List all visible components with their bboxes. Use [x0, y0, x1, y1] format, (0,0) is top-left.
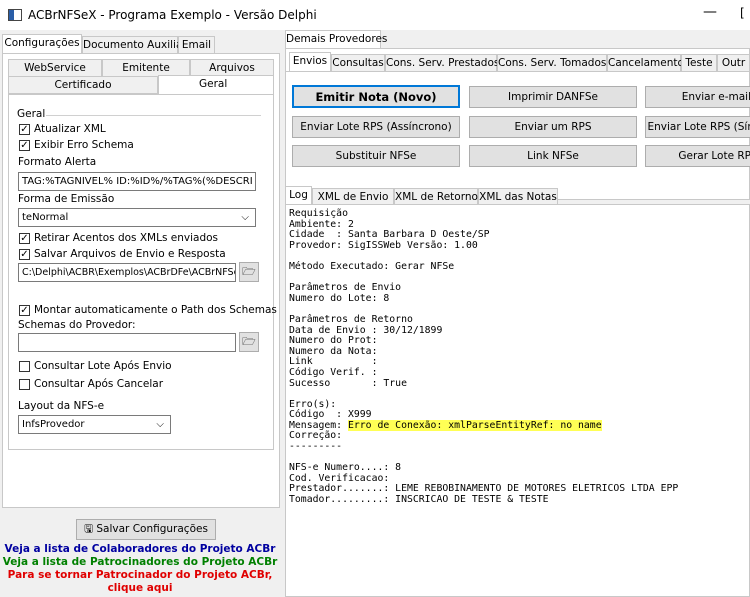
- enviar-email-button[interactable]: Enviar e-mail: [645, 86, 750, 108]
- enviar-lote-sincrono-button[interactable]: Enviar Lote RPS (Sín: [645, 116, 750, 138]
- folder-icon: 🗁: [242, 335, 256, 348]
- tab-demais-provedores[interactable]: Demais Provedores: [285, 30, 387, 49]
- layout-label: Layout da NFS-e: [18, 400, 105, 412]
- browse-path-button[interactable]: 🗁: [239, 262, 259, 282]
- formato-alerta-label: Formato Alerta: [18, 156, 97, 168]
- consultar-lote-checkbox[interactable]: [19, 361, 30, 372]
- error-highlight: Erro de Conexão: xmlParseEntityRef: no n…: [347, 419, 602, 431]
- geral-group-title: Geral: [17, 108, 46, 120]
- retirar-acentos-label: Retirar Acentos dos XMLs enviados: [34, 232, 219, 244]
- path-input[interactable]: C:\Delphi\ACBR\Exemplos\ACBrDFe\ACBrNFSe: [18, 263, 236, 282]
- tab-certificado[interactable]: Certificado: [8, 76, 158, 94]
- log-after: Correção: --------- NFS-e Numero....: 8 …: [289, 430, 679, 506]
- link-nfse-button[interactable]: Link NFSe: [469, 145, 637, 167]
- forma-emissao-select[interactable]: teNormal ⌵: [18, 208, 256, 227]
- substituir-nfse-button[interactable]: Substituir NFSe: [292, 145, 460, 167]
- tab-email[interactable]: Email: [178, 36, 215, 54]
- salvar-arquivos-checkbox[interactable]: ✓: [19, 249, 30, 260]
- log-memo[interactable]: Requisição Ambiente: 2 Cidade : Santa Ba…: [285, 204, 750, 597]
- exibir-erro-checkbox[interactable]: ✓: [19, 140, 30, 151]
- group-divider: [46, 115, 261, 116]
- colaboradores-link[interactable]: Veja a lista de Colaboradores do Projeto…: [0, 543, 280, 555]
- minimize-button[interactable]: —: [703, 4, 717, 20]
- emitir-nota-button[interactable]: Emitir Nota (Novo): [292, 85, 460, 108]
- salvar-configuracoes-button[interactable]: 🖫 Salvar Configurações: [76, 519, 216, 540]
- tab-teste[interactable]: Teste: [681, 54, 717, 72]
- consultar-lote-label: Consultar Lote Após Envio: [34, 360, 172, 372]
- browse-schemas-button[interactable]: 🗁: [239, 332, 259, 352]
- tab-outros[interactable]: Outr: [717, 54, 750, 72]
- tab-geral[interactable]: Geral: [158, 75, 274, 95]
- log-before: Requisição Ambiente: 2 Cidade : Santa Ba…: [289, 208, 490, 431]
- chevron-down-icon: ⌵: [156, 419, 164, 430]
- atualizar-xml-label: Atualizar XML: [34, 123, 106, 135]
- enviar-lote-assincrono-button[interactable]: Enviar Lote RPS (Assíncrono): [292, 116, 460, 138]
- imprimir-danfse-button[interactable]: Imprimir DANFSe: [469, 86, 637, 108]
- schemas-input[interactable]: [18, 333, 236, 352]
- maximize-button[interactable]: [: [740, 6, 745, 20]
- salvar-arquivos-label: Salvar Arquivos de Envio e Resposta: [34, 248, 226, 260]
- gerar-lote-rps-button[interactable]: Gerar Lote RP: [645, 145, 750, 167]
- clique-aqui-link[interactable]: clique aqui: [0, 582, 280, 594]
- forma-emissao-label: Forma de Emissão: [18, 193, 115, 205]
- tornar-patrocinador-link[interactable]: Para se tornar Patrocinador do Projeto A…: [0, 569, 280, 581]
- schemas-label: Schemas do Provedor:: [18, 319, 136, 331]
- montar-path-checkbox[interactable]: ✓: [19, 305, 30, 316]
- retirar-acentos-checkbox[interactable]: ✓: [19, 233, 30, 244]
- layout-value: InfsProvedor: [22, 419, 85, 430]
- layout-select[interactable]: InfsProvedor ⌵: [18, 415, 171, 434]
- tab-log[interactable]: Log: [285, 186, 312, 206]
- tab-consultas[interactable]: Consultas: [331, 54, 385, 72]
- tab-documento-auxiliar[interactable]: Documento Auxiliar: [82, 36, 187, 54]
- enviar-um-rps-button[interactable]: Enviar um RPS: [469, 116, 637, 138]
- consultar-cancelar-checkbox[interactable]: [19, 379, 30, 390]
- montar-path-label: Montar automaticamente o Path dos Schema…: [34, 304, 277, 316]
- app-icon: [8, 9, 22, 21]
- formato-alerta-input[interactable]: TAG:%TAGNIVEL% ID:%ID%/%TAG%(%DESCRI: [18, 172, 256, 191]
- tab-configuracoes[interactable]: Configurações: [2, 34, 82, 54]
- tab-webservice[interactable]: WebService: [8, 59, 102, 77]
- patrocinadores-link[interactable]: Veja a lista de Patrocinadores do Projet…: [0, 556, 280, 568]
- save-icon: 🖫: [84, 523, 97, 535]
- salvar-configuracoes-label: Salvar Configurações: [96, 523, 208, 535]
- tab-cancelamento[interactable]: Cancelamento: [607, 54, 684, 72]
- window-title: ACBrNFSeX - Programa Exemplo - Versão De…: [28, 8, 317, 22]
- folder-icon: 🗁: [242, 265, 256, 278]
- log-text: Requisição Ambiente: 2 Cidade : Santa Ba…: [289, 208, 679, 506]
- chevron-down-icon: ⌵: [241, 212, 249, 223]
- exibir-erro-label: Exibir Erro Schema: [34, 139, 134, 151]
- tab-envios[interactable]: Envios: [289, 52, 331, 72]
- tab-cons-serv-prestados[interactable]: Cons. Serv. Prestados: [385, 54, 499, 72]
- consultar-cancelar-label: Consultar Após Cancelar: [34, 378, 164, 390]
- atualizar-xml-checkbox[interactable]: ✓: [19, 124, 30, 135]
- forma-emissao-value: teNormal: [22, 212, 69, 223]
- tab-cons-serv-tomados[interactable]: Cons. Serv. Tomados: [497, 54, 607, 72]
